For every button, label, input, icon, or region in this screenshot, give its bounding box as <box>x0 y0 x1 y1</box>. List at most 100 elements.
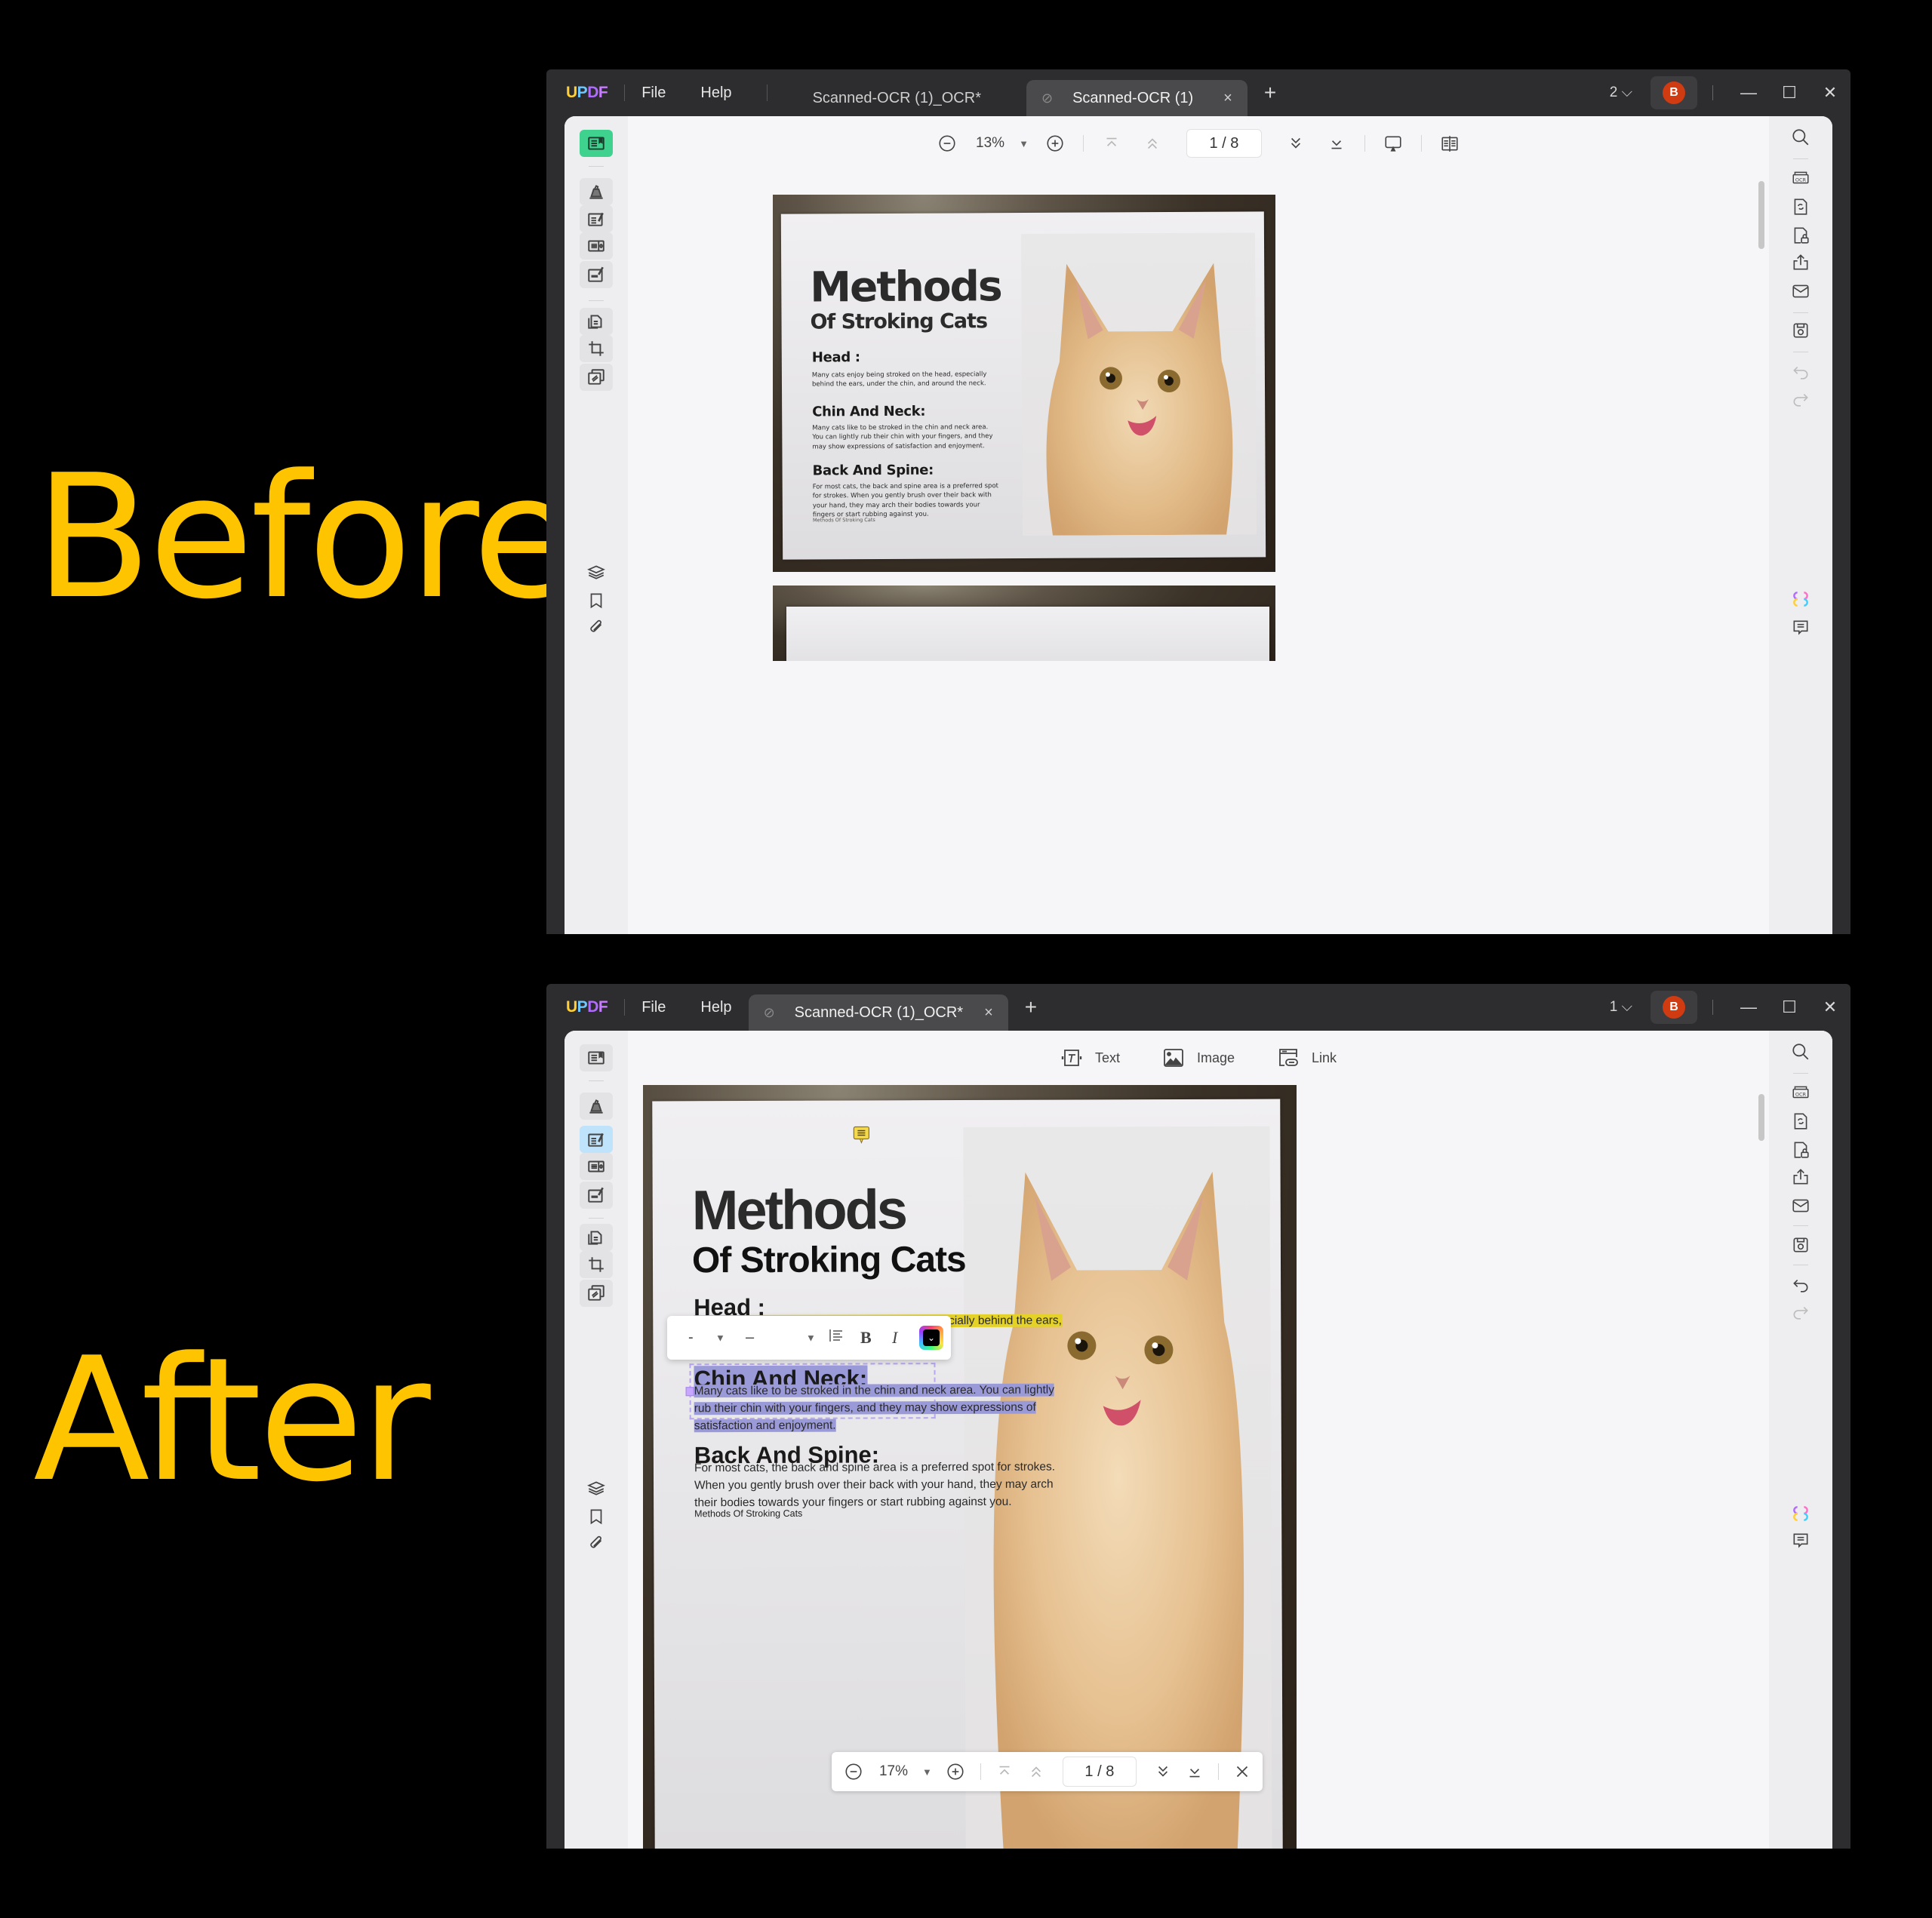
window-count-dropdown[interactable]: 1 ⌵ <box>1610 999 1632 1016</box>
crop-button[interactable] <box>580 335 613 362</box>
prev-page-button[interactable] <box>1143 134 1162 153</box>
zoom-out-button[interactable] <box>937 134 957 153</box>
next-page-button[interactable] <box>1286 134 1306 153</box>
window-count-dropdown[interactable]: 2 ⌵ <box>1610 85 1632 101</box>
crop-button[interactable] <box>580 1251 613 1278</box>
menu-help[interactable]: Help <box>700 999 731 1016</box>
last-page-button[interactable] <box>1185 1762 1204 1781</box>
minimize-button[interactable]: — <box>1728 83 1769 103</box>
bookmark-button[interactable] <box>580 587 613 614</box>
convert-button[interactable] <box>1784 1108 1817 1135</box>
zoom-level[interactable]: 17% <box>871 1763 916 1780</box>
form-button[interactable] <box>580 1153 613 1180</box>
new-tab-button[interactable]: + <box>1025 995 1037 1019</box>
avatar-button[interactable]: B <box>1651 76 1697 109</box>
maximize-button[interactable]: ☐ <box>1769 997 1810 1017</box>
font-family-select[interactable]: - <box>688 1329 694 1347</box>
layers-button[interactable] <box>580 558 613 586</box>
reader-mode-button[interactable] <box>580 1044 613 1071</box>
attachment-button[interactable] <box>580 614 613 641</box>
email-button[interactable] <box>1784 1192 1817 1219</box>
add-link-tool[interactable]: Link <box>1277 1047 1337 1068</box>
save-button[interactable] <box>1784 1231 1817 1259</box>
tab-scanned-ocr-ocr[interactable]: ⊘ Scanned-OCR (1)_OCR* × <box>748 994 1008 1031</box>
zoom-in-button[interactable] <box>946 1762 965 1781</box>
next-page-button[interactable] <box>1153 1762 1173 1781</box>
watermark-button[interactable] <box>580 1280 613 1307</box>
page-number-input[interactable]: 1 / 8 <box>1062 1757 1137 1787</box>
protect-button[interactable] <box>1784 1136 1817 1163</box>
bold-button[interactable]: B <box>860 1328 872 1348</box>
last-page-button[interactable] <box>1327 134 1346 153</box>
watermark-button[interactable] <box>580 364 613 391</box>
attachment-button[interactable] <box>580 1530 613 1557</box>
tab-close-icon[interactable]: × <box>1223 90 1232 107</box>
close-nav-button[interactable] <box>1232 1762 1252 1781</box>
menu-help[interactable]: Help <box>700 85 731 102</box>
layers-button[interactable] <box>580 1474 613 1502</box>
comments-panel-button[interactable] <box>1784 614 1817 641</box>
edit-pdf-button[interactable] <box>580 205 613 232</box>
organize-pages-button[interactable] <box>580 308 613 335</box>
ai-assistant-button[interactable] <box>1784 586 1817 613</box>
font-family-dropdown-icon[interactable]: ▼ <box>715 1332 725 1344</box>
italic-button[interactable]: I <box>892 1328 897 1348</box>
highlight-comment-button[interactable] <box>580 178 613 205</box>
organize-pages-button[interactable] <box>580 1224 613 1251</box>
section-body-chin[interactable]: Many cats like to be stroked in the chin… <box>694 1382 1087 1435</box>
save-button[interactable] <box>1784 317 1817 344</box>
sticky-note-icon[interactable] <box>853 1126 870 1144</box>
sign-button[interactable] <box>580 261 613 288</box>
ai-assistant-button[interactable] <box>1784 1500 1817 1527</box>
protect-button[interactable] <box>1784 222 1817 249</box>
zoom-level[interactable]: 13% <box>968 135 1013 152</box>
avatar-button[interactable]: B <box>1651 991 1697 1024</box>
tab-scanned-ocr[interactable]: ⊘ Scanned-OCR (1) × <box>1026 80 1247 116</box>
menu-file[interactable]: File <box>641 999 666 1016</box>
convert-button[interactable] <box>1784 193 1817 220</box>
reader-mode-button[interactable] <box>580 130 613 157</box>
redo-button[interactable] <box>1784 1298 1817 1325</box>
undo-button[interactable] <box>1784 1271 1817 1298</box>
ocr-button[interactable]: OCR <box>1784 164 1817 192</box>
tab-scanned-ocr-ocr[interactable]: Scanned-OCR (1)_OCR* <box>798 80 996 116</box>
page-number-input[interactable]: 1 / 8 <box>1186 129 1262 158</box>
font-size-select[interactable]: – <box>746 1329 754 1347</box>
page-layout-button[interactable] <box>1440 134 1460 153</box>
add-text-tool[interactable]: Text <box>1060 1047 1120 1068</box>
new-tab-button[interactable]: + <box>1264 81 1276 105</box>
comments-panel-button[interactable] <box>1784 1527 1817 1554</box>
sign-button[interactable] <box>580 1182 613 1209</box>
form-button[interactable] <box>580 232 613 260</box>
share-button[interactable] <box>1784 1163 1817 1191</box>
tab-close-icon[interactable]: × <box>984 1004 993 1022</box>
undo-button[interactable] <box>1784 358 1817 385</box>
add-image-tool[interactable]: Image <box>1162 1047 1235 1068</box>
email-button[interactable] <box>1784 278 1817 305</box>
first-page-button[interactable] <box>1102 134 1121 153</box>
highlight-comment-button[interactable] <box>580 1093 613 1120</box>
first-page-button[interactable] <box>995 1762 1014 1781</box>
share-button[interactable] <box>1784 249 1817 276</box>
align-button[interactable] <box>829 1328 844 1348</box>
close-window-button[interactable]: ✕ <box>1810 997 1850 1017</box>
search-button[interactable] <box>1784 124 1817 151</box>
minimize-button[interactable]: — <box>1728 997 1769 1017</box>
presentation-button[interactable] <box>1383 134 1403 153</box>
ocr-button[interactable]: OCR <box>1784 1079 1817 1106</box>
zoom-in-button[interactable] <box>1045 134 1065 153</box>
prev-page-button[interactable] <box>1026 1762 1046 1781</box>
bookmark-button[interactable] <box>580 1503 613 1530</box>
font-size-dropdown-icon[interactable]: ▼ <box>806 1332 816 1344</box>
zoom-dropdown-icon[interactable]: ▼ <box>1019 138 1029 149</box>
redo-button[interactable] <box>1784 385 1817 412</box>
resize-handle-left[interactable] <box>685 1387 694 1397</box>
text-color-picker[interactable]: ⌄ <box>919 1326 943 1350</box>
zoom-dropdown-icon[interactable]: ▼ <box>922 1766 932 1778</box>
close-window-button[interactable]: ✕ <box>1810 83 1850 103</box>
edit-pdf-button[interactable] <box>580 1126 613 1153</box>
menu-file[interactable]: File <box>641 85 666 102</box>
search-button[interactable] <box>1784 1038 1817 1065</box>
vertical-scrollbar[interactable] <box>1758 1094 1764 1141</box>
vertical-scrollbar[interactable] <box>1758 181 1764 249</box>
